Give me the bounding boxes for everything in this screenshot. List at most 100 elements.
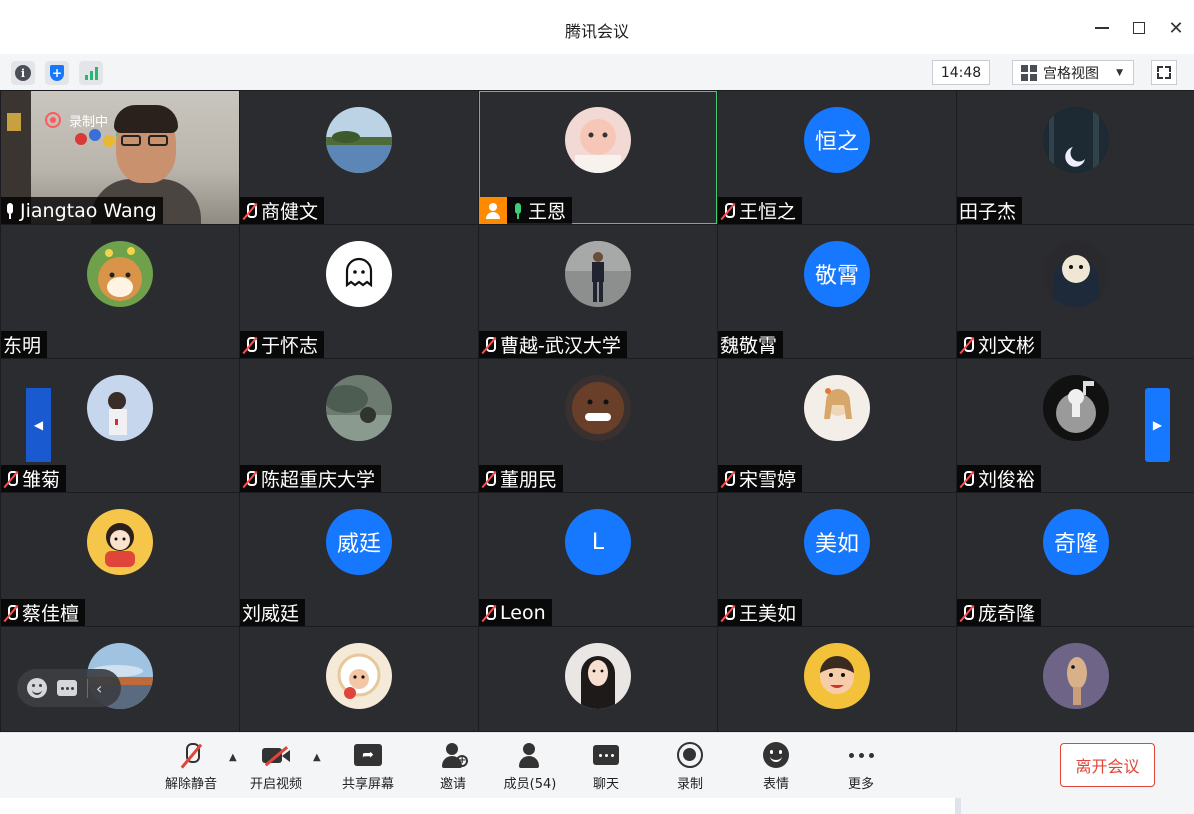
participant-name-tag: Leon — [479, 599, 552, 626]
participant-name-tag: 东明 — [1, 331, 48, 358]
window-title: 腾讯会议 — [564, 22, 629, 41]
more-icon — [846, 741, 876, 769]
participant-tile[interactable]: 威廷 刘威廷 — [240, 493, 478, 626]
security-button[interactable]: + — [45, 61, 69, 85]
audio-options-caret[interactable]: ▲ — [229, 752, 237, 763]
participant-avatar — [87, 509, 153, 575]
chevron-right-icon: ▶ — [1152, 418, 1163, 432]
collapse-icon[interactable]: ‹ — [87, 678, 102, 698]
participant-avatar — [565, 241, 631, 307]
record-dot-icon — [45, 112, 61, 128]
participant-name-tag: 于怀志 — [240, 331, 325, 358]
participant-tile[interactable]: 奇隆 庞奇隆 — [957, 493, 1194, 626]
participant-name: 东明 — [3, 335, 42, 357]
start-video-button[interactable]: 开启视频 — [241, 741, 311, 793]
participant-name: 田子杰 — [959, 201, 1017, 223]
floating-reactions-bar: ‹ — [17, 669, 121, 707]
mic-muted-icon — [242, 470, 258, 488]
participant-tile[interactable]: 董朋民 — [479, 359, 717, 492]
participant-name: 刘文彬 — [978, 335, 1036, 357]
mic-muted-icon — [481, 604, 497, 622]
participant-tile[interactable]: 美如王美如 — [718, 493, 956, 626]
emoji-button[interactable]: 表情 — [741, 741, 811, 793]
participant-name-tag: 商健文 — [240, 197, 325, 224]
participant-avatar — [87, 241, 153, 307]
close-button[interactable]: ✕ — [1162, 14, 1190, 42]
self-video-tile[interactable]: 录制中 Jiangtao Wang — [1, 91, 239, 224]
participant-tile[interactable]: 刘文彬 — [957, 225, 1194, 358]
participant-tile[interactable]: 蔡佳檀 — [1, 493, 239, 626]
participant-tile[interactable]: 宋雪婷 — [718, 359, 956, 492]
meeting-info-button[interactable]: i — [11, 61, 35, 85]
participant-tile[interactable]: 东明 — [1, 225, 239, 358]
participant-tile[interactable]: 商健文 — [240, 91, 478, 224]
share-screen-button[interactable]: ➦ 共享屏幕 — [333, 741, 403, 793]
participant-avatar: 恒之 — [804, 107, 870, 173]
participant-tile[interactable]: 曹越-武汉大学 — [479, 225, 717, 358]
chat-button[interactable]: 聊天 — [571, 741, 641, 793]
participant-tile[interactable] — [957, 627, 1194, 731]
members-button[interactable]: 成员(54) — [495, 741, 565, 793]
camera-off-icon — [261, 741, 291, 769]
participant-name-tag: 王美如 — [718, 599, 803, 626]
participant-name: 雏菊 — [22, 469, 61, 491]
next-page-button[interactable]: ▶ — [1145, 388, 1170, 462]
participant-tile[interactable] — [240, 627, 478, 731]
participant-avatar — [804, 375, 870, 441]
emoji-label: 表情 — [762, 777, 789, 792]
participant-tile[interactable]: 陈超重庆大学 — [240, 359, 478, 492]
mic-muted-icon — [481, 470, 497, 488]
unmute-label: 解除静音 — [164, 777, 217, 792]
mic-muted-icon — [3, 470, 19, 488]
chevron-left-icon: ◀ — [33, 418, 44, 432]
video-options-caret[interactable]: ▲ — [313, 752, 321, 763]
participant-tile[interactable]: 田子杰 — [957, 91, 1194, 224]
participant-avatar — [326, 241, 392, 307]
participant-tile[interactable]: 于怀志 — [240, 225, 478, 358]
microphone-off-icon — [176, 741, 206, 769]
participant-name-tag: 田子杰 — [957, 197, 1023, 224]
prev-page-button[interactable]: ◀ — [26, 388, 51, 462]
participant-tile[interactable]: 王恩 — [479, 91, 717, 224]
participant-tile[interactable]: L Leon — [479, 493, 717, 626]
participant-avatar: 威廷 — [326, 509, 392, 575]
participant-avatar — [326, 643, 392, 709]
mic-muted-icon — [959, 470, 975, 488]
invite-button[interactable]: + 邀请 — [418, 741, 488, 793]
view-mode-dropdown[interactable]: 宫格视图 ▼ — [1012, 60, 1134, 85]
record-button[interactable]: 录制 — [655, 741, 725, 793]
fullscreen-button[interactable] — [1151, 60, 1177, 85]
chat-label: 聊天 — [592, 777, 619, 792]
participant-avatar — [1043, 375, 1109, 441]
leave-meeting-button[interactable]: 离开会议 — [1060, 743, 1155, 787]
participant-name: 曹越-武汉大学 — [500, 335, 621, 357]
more-button[interactable]: 更多 — [826, 741, 896, 793]
add-person-icon: + — [438, 741, 468, 769]
participant-tile[interactable]: 敬霄 魏敬霄 — [718, 225, 956, 358]
avatar-initials: 美如 — [814, 532, 859, 557]
participant-name-tag: 雏菊 — [1, 465, 67, 492]
bottom-strip — [0, 798, 1194, 814]
participant-avatar — [804, 643, 870, 709]
participant-name: 王恩 — [528, 201, 567, 223]
person-hair — [114, 105, 178, 133]
network-status-button[interactable] — [79, 61, 103, 85]
emoji-icon[interactable] — [27, 678, 47, 698]
unmute-button[interactable]: 解除静音 — [156, 741, 226, 793]
maximize-button[interactable] — [1125, 14, 1153, 42]
participant-tile[interactable] — [479, 627, 717, 731]
participant-name: 王恒之 — [739, 201, 797, 223]
participant-name-tag: 刘威廷 — [240, 599, 306, 626]
info-bar: i + 14:48 宫格视图 ▼ — [0, 54, 1194, 90]
participant-tile[interactable] — [718, 627, 956, 731]
participant-name-tag: 王恩 — [479, 197, 573, 224]
minimize-button[interactable] — [1088, 14, 1116, 42]
participant-name: 宋雪婷 — [739, 469, 797, 491]
participant-name: 于怀志 — [261, 335, 319, 357]
record-icon — [675, 741, 705, 769]
participant-avatar — [1043, 107, 1109, 173]
recording-indicator: 录制中 — [45, 109, 108, 131]
participant-tile[interactable]: 恒之王恒之 — [718, 91, 956, 224]
participant-avatar — [1043, 241, 1109, 307]
chat-bubble-icon[interactable] — [57, 680, 77, 696]
